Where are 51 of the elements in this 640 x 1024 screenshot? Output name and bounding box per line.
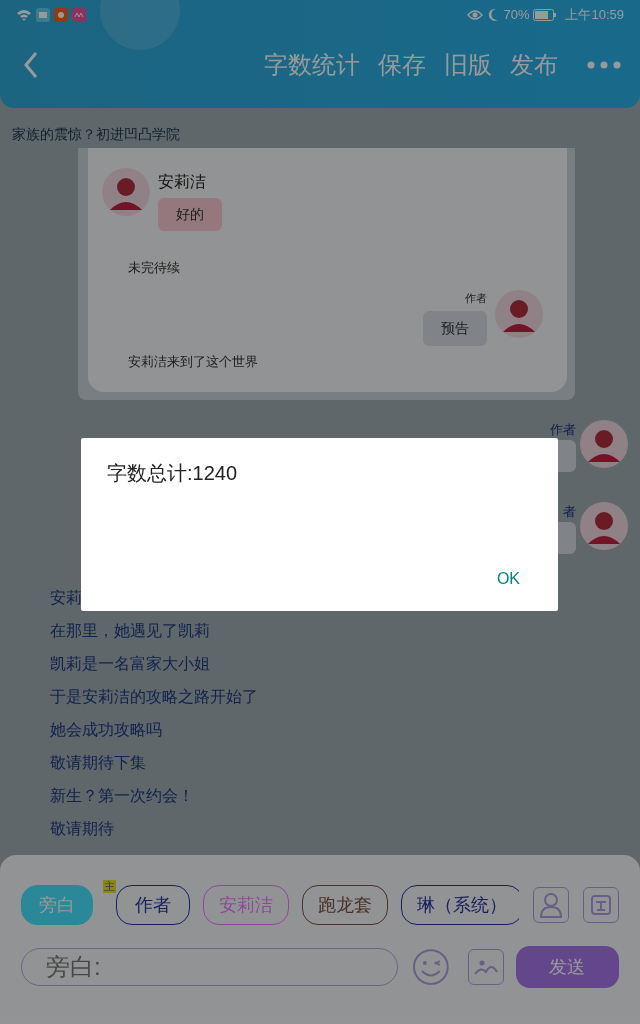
narration-line: 于是安莉洁的攻略之路开始了 <box>50 687 258 707</box>
narration-text: 未完待续 <box>127 259 181 277</box>
toolbar-action[interactable]: 字数统计 <box>264 47 360 83</box>
character-button[interactable] <box>533 887 570 923</box>
tag-icon <box>590 894 613 916</box>
role-tab[interactable]: 旁白 <box>21 885 93 925</box>
back-icon <box>24 51 38 79</box>
app-icon <box>36 8 50 22</box>
narration-text: 安莉洁来到了这个世界 <box>127 353 259 371</box>
wifi-icon <box>16 9 32 21</box>
ok-button[interactable]: OK <box>492 567 524 591</box>
app-icon <box>72 8 86 22</box>
role-tab[interactable]: 跑龙套 <box>302 885 388 925</box>
speaker-name: 安莉洁 <box>158 172 207 192</box>
narration-line: 安莉 <box>50 588 82 608</box>
avatar-icon <box>102 168 150 216</box>
toolbar-action[interactable]: 旧版 <box>444 47 492 83</box>
speaker-name: 者 <box>563 503 576 521</box>
person-icon <box>539 892 564 918</box>
avatar-icon <box>580 502 628 550</box>
moon-icon <box>487 8 500 22</box>
narration-line: 敬请期待 <box>50 819 114 839</box>
message-bubble: 预告 <box>423 310 487 346</box>
speaker-name: 作者 <box>465 291 487 306</box>
dialog-message: 字数总计:1240 <box>107 461 239 486</box>
eye-icon <box>467 9 484 21</box>
toolbar-action[interactable]: 保存 <box>378 47 426 83</box>
chapter-title: 家族的震惊？初进凹凸学院 <box>11 125 181 144</box>
message-bubble: 好的 <box>158 198 222 231</box>
emoji-icon <box>412 948 451 986</box>
narration-line: 凯莉是一名富家大小姐 <box>50 654 210 674</box>
narration-line: 新生？第一次约会！ <box>50 786 194 806</box>
main-role-badge: 主 <box>103 880 116 893</box>
message-input[interactable]: 旁白: <box>21 948 399 986</box>
narration-line: 敬请期待下集 <box>50 753 146 773</box>
tag-button[interactable] <box>583 887 619 923</box>
app-icon <box>54 8 68 22</box>
narration-line: 在那里，她遇见了凯莉 <box>50 621 210 641</box>
narration-line: 她会成功攻略吗 <box>50 720 162 740</box>
role-tab[interactable]: 安莉洁 <box>203 885 289 925</box>
clock-time: 上午10:59 <box>565 6 624 25</box>
toolbar-action[interactable]: 发布 <box>510 47 558 83</box>
image-button[interactable] <box>468 949 504 985</box>
avatar-icon <box>580 420 628 468</box>
role-tab[interactable]: 作者 <box>116 885 190 925</box>
speaker-name: 作者 <box>550 421 576 439</box>
more-icon <box>587 61 621 69</box>
send-button[interactable]: 发送 <box>515 946 619 988</box>
battery-icon <box>533 9 558 21</box>
avatar-icon <box>495 290 543 338</box>
battery-percent: 70% <box>503 6 530 25</box>
